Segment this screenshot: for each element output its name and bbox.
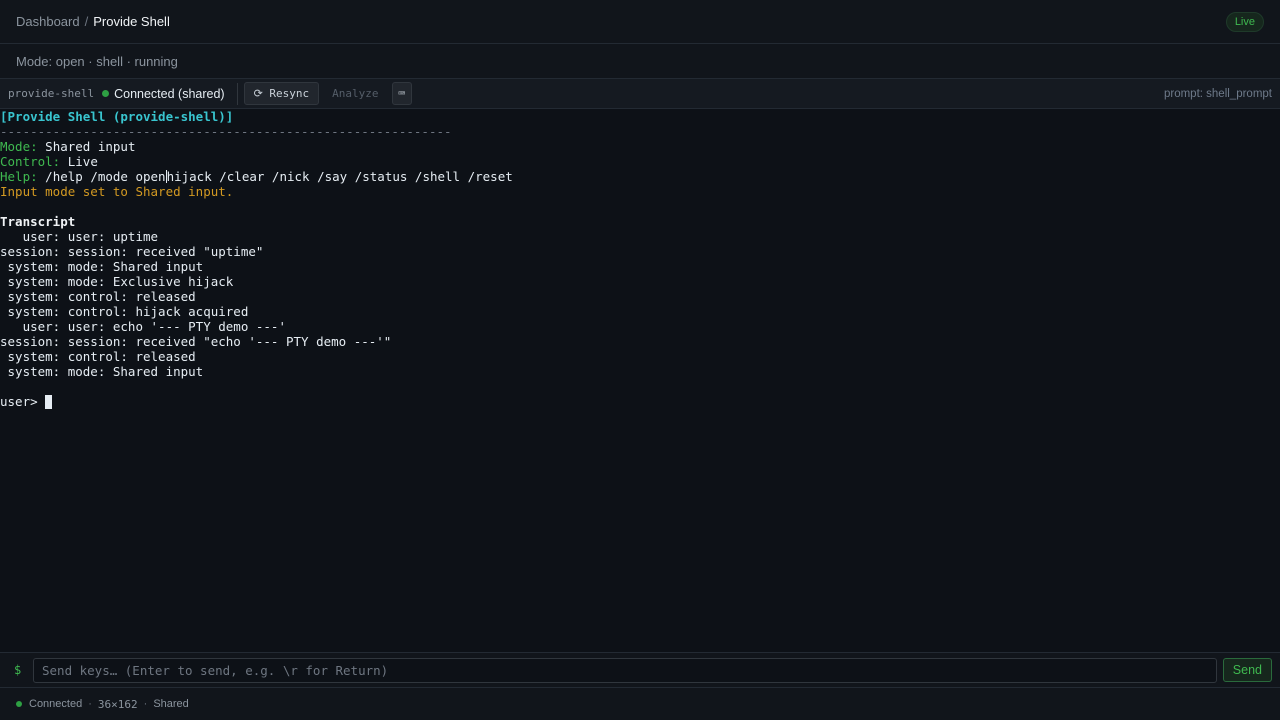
terminal-dimensions: 36×162: [97, 697, 138, 711]
breadcrumb: Dashboard / Provide Shell: [16, 14, 170, 29]
terminal-title: [Provide Shell (provide-shell)]: [0, 109, 234, 124]
terminal-output[interactable]: [Provide Shell (provide-shell)] --------…: [0, 109, 1280, 652]
breadcrumb-dashboard-link[interactable]: Dashboard: [16, 14, 80, 29]
transcript-line: session: session: received "echo '--- PT…: [0, 334, 392, 349]
transcript-line: system: mode: Shared input: [0, 259, 204, 274]
transcript-line: system: mode: Shared input: [0, 364, 204, 379]
keyboard-icon[interactable]: ⌨: [391, 82, 413, 105]
shell-prompt: user>: [0, 394, 46, 409]
mode-value: Shared input: [37, 139, 136, 154]
transcript-line: user: user: echo '--- PTY demo ---': [0, 319, 286, 334]
dollar-prompt-icon: $: [14, 663, 22, 677]
connection-status-label: Connected (shared): [114, 86, 225, 101]
connection-status: Connected (shared): [102, 86, 225, 101]
page-title: Provide Shell: [93, 14, 170, 29]
session-toolbar: provide-shell Connected (shared) ⟳ Resyn…: [0, 79, 1280, 109]
transcript-line: user: user: uptime: [0, 229, 159, 244]
terminal-rule: ----------------------------------------…: [0, 124, 452, 139]
status-bar: Connected · 36×162 · Shared: [0, 687, 1280, 720]
status-mode: Shared: [153, 698, 189, 710]
status-connection: Connected: [29, 698, 83, 710]
mode-bar: Mode: open · shell · running: [0, 44, 1280, 79]
breadcrumb-separator: /: [84, 14, 89, 29]
send-keys-bar: $ Send: [0, 652, 1280, 687]
status-separator: ·: [88, 698, 92, 710]
control-value: Live: [60, 154, 98, 169]
top-bar: Dashboard / Provide Shell Live: [0, 0, 1280, 44]
terminal-mode-line: Mode: Shared input: [0, 139, 1280, 154]
send-keys-input[interactable]: [33, 657, 1217, 683]
toolbar-divider: [236, 82, 238, 105]
terminal-control-line: Control: Live: [0, 154, 1280, 169]
mode-notice: Input mode set to Shared input.: [0, 184, 234, 199]
transcript-line: system: control: released: [0, 289, 196, 304]
resync-button[interactable]: ⟳ Resync: [243, 82, 320, 105]
shell-prompt-line: user>: [0, 394, 1280, 409]
control-label: Control:: [0, 154, 61, 169]
live-status-badge: Live: [1225, 11, 1264, 32]
help-label: Help:: [0, 169, 38, 184]
transcript-line: system: control: released: [0, 349, 196, 364]
transcript-line: system: mode: Exclusive hijack: [0, 274, 234, 289]
analyze-button[interactable]: Analyze: [323, 82, 387, 105]
mode-line: Mode: open · shell · running: [16, 53, 178, 69]
status-dot-icon: [16, 701, 22, 707]
send-button[interactable]: Send: [1222, 658, 1272, 682]
transcript-heading: Transcript: [0, 214, 76, 229]
transcript-line: session: session: received "uptime": [0, 244, 264, 259]
help-value-start: /help /mode open: [37, 169, 166, 184]
mode-label: Mode:: [0, 139, 38, 154]
help-value-end: hijack /clear /nick /say /status /shell …: [166, 169, 513, 184]
status-separator: ·: [143, 698, 148, 710]
transcript-line: system: control: hijack acquired: [0, 304, 249, 319]
terminal-help-line: Help: /help /mode openhijack /clear /nic…: [0, 169, 1280, 184]
session-name: provide-shell: [8, 87, 95, 100]
prompt-label: prompt: shell_prompt: [1163, 87, 1272, 100]
connected-dot-icon: [102, 90, 110, 97]
terminal-cursor: [45, 395, 53, 409]
